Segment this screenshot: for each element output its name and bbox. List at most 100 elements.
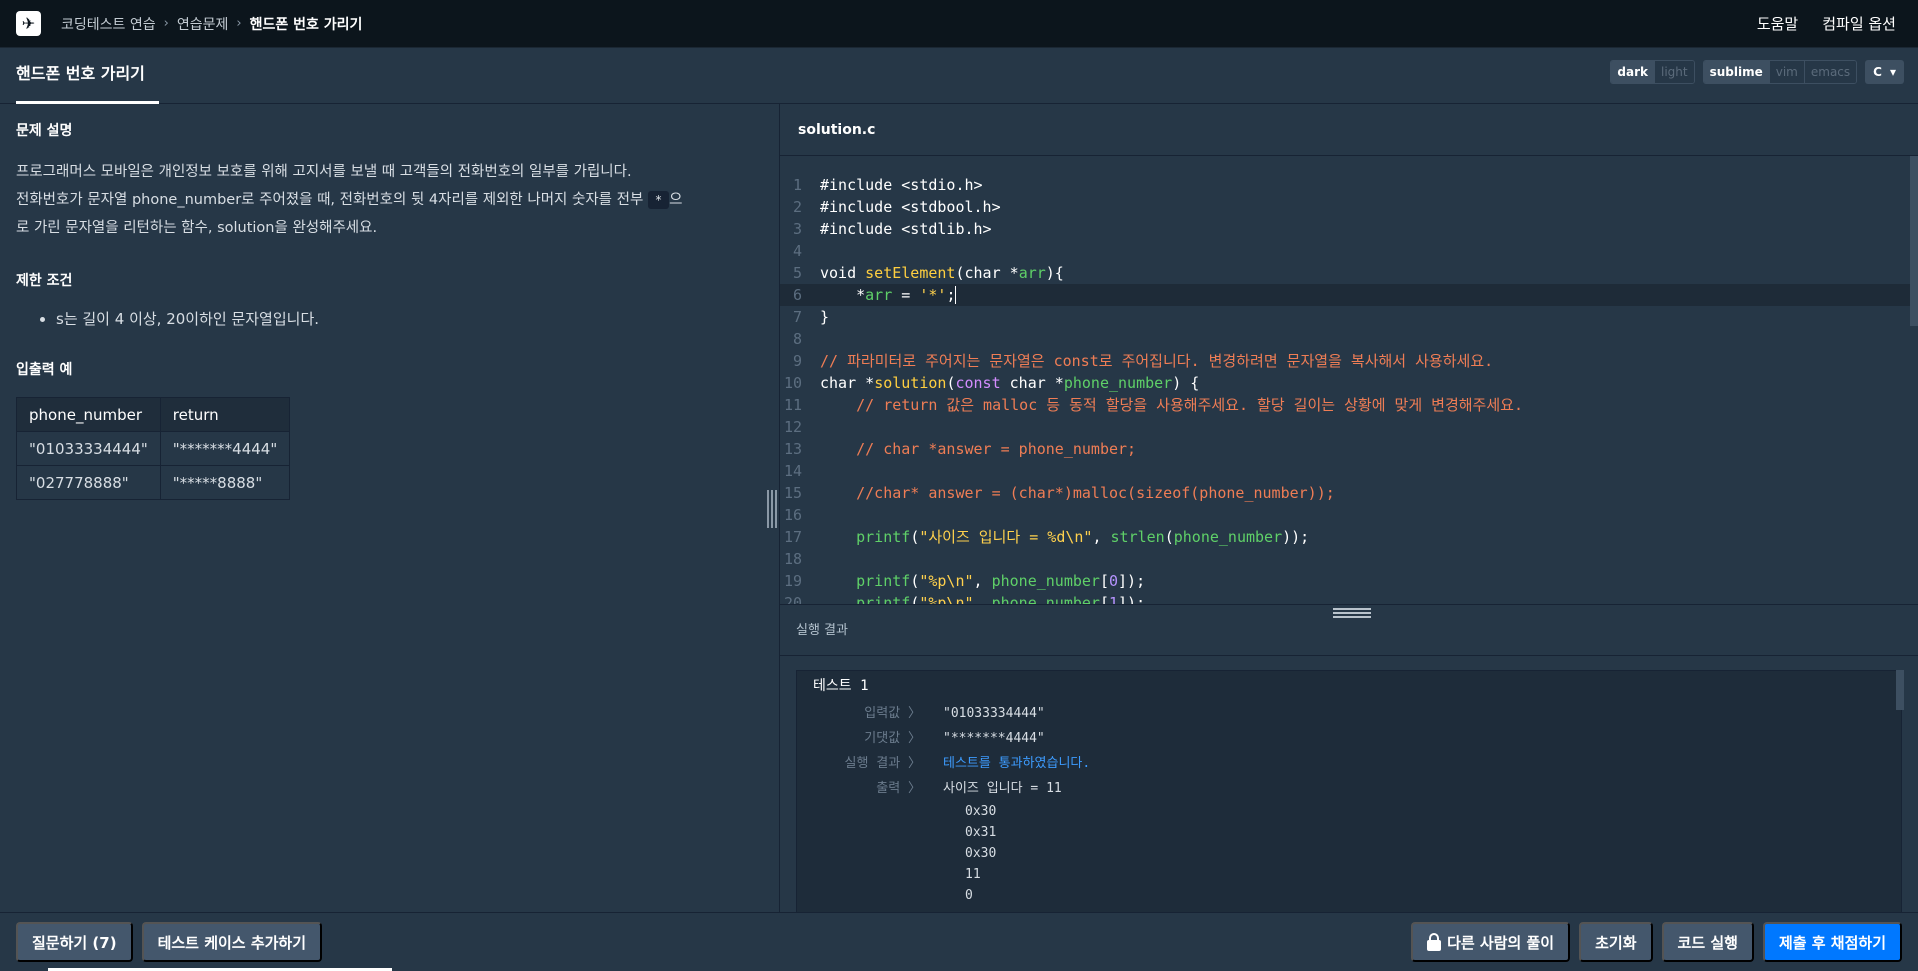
keymap-sublime-button[interactable]: sublime	[1703, 61, 1769, 83]
code-token: phone_number	[991, 594, 1100, 604]
line-number: 10	[783, 374, 802, 392]
code-token: (	[910, 594, 920, 604]
line-number: 2	[792, 198, 802, 216]
code-line: 20 printf("%p\n", phone_number[1]);	[780, 592, 1918, 604]
description-line: 프로그래머스 모바일은 개인정보 보호를 위해 고지서를 보낼 때 고객들의 전…	[16, 164, 632, 180]
editor-resize-handle[interactable]	[1333, 608, 1371, 618]
code-token: setElement	[865, 264, 956, 282]
results-scrollbar[interactable]	[1896, 670, 1904, 710]
code-token: (	[910, 528, 920, 546]
code-token: phone_number	[991, 572, 1100, 590]
code-editor[interactable]: 1 #include <stdio.h> 2 #include <stdbool.h…	[780, 156, 1918, 604]
line-number: 9	[792, 352, 802, 370]
line-number: 14	[783, 462, 802, 480]
description-text: 전화번호가 문자열 phone_number로 주어졌을 때, 전화번호의 뒷 …	[16, 192, 648, 208]
code-line: 15 //char* answer = (char*)malloc(sizeof…	[780, 482, 1918, 504]
keymap-emacs-button[interactable]: emacs	[1803, 61, 1857, 83]
output-line: 0x30	[965, 846, 997, 861]
code-token: ]);	[1118, 572, 1146, 590]
problem-description: 프로그래머스 모바일은 개인정보 보호를 위해 고지서를 보낼 때 고객들의 전…	[16, 158, 763, 242]
compile-options-link[interactable]: 컴파일 옵션	[1822, 13, 1896, 34]
code-token: [	[1099, 572, 1109, 590]
test-result-box: 테스트 1 입력값 〉 "01033334444" 기댓값 〉 "*******44…	[796, 670, 1902, 912]
editor-scrollbar[interactable]	[1910, 156, 1918, 326]
tab-problem[interactable]: 핸드폰 번호 가리기	[16, 48, 159, 104]
code-token: char *	[820, 374, 875, 392]
chevron-right-icon: ›	[236, 16, 242, 31]
tab-bar: 핸드폰 번호 가리기 dark light sublime vim emacs …	[0, 48, 1918, 104]
code-text: }	[820, 308, 830, 326]
code-token: "사이즈 입니다 = %d\n"	[919, 528, 1093, 546]
line-number: 20	[783, 594, 802, 604]
chevron-right-icon: ›	[163, 16, 169, 31]
line-number: 6	[792, 286, 802, 304]
line-number: 1	[792, 176, 802, 194]
language-select[interactable]: C ▾	[1865, 60, 1904, 84]
results-panel: 테스트 1 입력값 〉 "01033334444" 기댓값 〉 "*******44…	[780, 656, 1918, 912]
theme-toggle: dark light	[1610, 60, 1695, 84]
output-line: 11	[965, 867, 981, 882]
table-cell: "027778888"	[16, 465, 161, 500]
text-cursor	[955, 286, 957, 304]
code-comment: // 파라미터로 주어지는 문자열은 const로 주어집니다. 변경하려면 문…	[820, 352, 1494, 370]
code-token: *	[820, 286, 866, 304]
table-cell: "*******4444"	[159, 431, 291, 466]
keymap-vim-button[interactable]: vim	[1768, 61, 1804, 83]
run-code-button[interactable]: 코드 실행	[1661, 922, 1754, 962]
description-line: 로 가린 문자열을 리턴하는 함수, solution을 완성해주세요.	[16, 220, 378, 236]
line-number: 8	[792, 330, 802, 348]
line-number: 19	[783, 572, 802, 590]
code-token: (	[1164, 528, 1174, 546]
output-line: 0	[965, 888, 973, 903]
code-line: 19 printf("%p\n", phone_number[0]);	[780, 570, 1918, 592]
result-label: 입력값 〉	[864, 706, 921, 721]
result-label: 기댓값 〉	[864, 731, 921, 746]
code-line: 4	[780, 240, 1918, 262]
submit-button[interactable]: 제출 후 채점하기	[1762, 922, 1902, 962]
line-number: 11	[783, 396, 802, 414]
table-row: "01033334444" "*******4444"	[16, 431, 291, 466]
code-token: printf	[856, 572, 911, 590]
description-line: 전화번호가 문자열 phone_number로 주어졌을 때, 전화번호의 뒷 …	[16, 186, 763, 214]
test-title: 테스트 1	[813, 678, 869, 694]
breadcrumb-item-current: 핸드폰 번호 가리기	[249, 16, 363, 33]
theme-dark-button[interactable]: dark	[1611, 61, 1654, 83]
code-token: char *	[1000, 374, 1064, 392]
others-solutions-button[interactable]: 다른 사람의 풀이	[1411, 922, 1571, 962]
code-token: [	[1099, 594, 1109, 604]
reset-button[interactable]: 초기화	[1579, 922, 1653, 962]
theme-light-button[interactable]: light	[1653, 61, 1694, 83]
line-number: 16	[783, 506, 802, 524]
code-token: '*'	[919, 286, 947, 304]
add-test-case-button[interactable]: 테스트 케이스 추가하기	[141, 922, 323, 962]
help-link[interactable]: 도움말	[1757, 13, 1798, 34]
result-value: "01033334444"	[943, 706, 1045, 721]
code-line: 3 #include <stdlib.h>	[780, 218, 1918, 240]
code-line: 12	[780, 416, 1918, 438]
code-token: 1	[1109, 594, 1119, 604]
result-label: 출력 〉	[876, 781, 921, 796]
code-text: #include <stdio.h>	[820, 176, 983, 194]
breadcrumb-item-practice[interactable]: 연습문제	[177, 14, 229, 34]
code-line: 7}	[780, 306, 1918, 328]
ask-question-button[interactable]: 질문하기 (7)	[16, 922, 133, 962]
table-cell: "*****8888"	[159, 465, 291, 500]
code-comment: // return 값은 malloc 등 동적 할당을 사용해주세요. 할당 …	[820, 396, 1523, 414]
description-heading: 문제 설명	[16, 123, 73, 139]
code-token: =	[892, 286, 920, 304]
code-line: 18	[780, 548, 1918, 570]
code-token: 0	[1109, 572, 1119, 590]
code-token: printf	[856, 594, 911, 604]
line-number: 13	[783, 440, 802, 458]
code-token: ) {	[1172, 374, 1200, 392]
code-token: phone_number	[1063, 374, 1173, 392]
breadcrumb-item-coding-test[interactable]: 코딩테스트 연습	[61, 14, 156, 34]
line-number: 5	[792, 264, 802, 282]
output-line: 0x31	[965, 825, 997, 840]
programmers-logo-icon[interactable]: ✈	[16, 11, 41, 36]
code-token: ));	[1282, 528, 1310, 546]
table-header: phone_number	[16, 397, 161, 432]
panel-resize-handle[interactable]	[766, 490, 778, 528]
line-number: 7	[792, 308, 802, 326]
